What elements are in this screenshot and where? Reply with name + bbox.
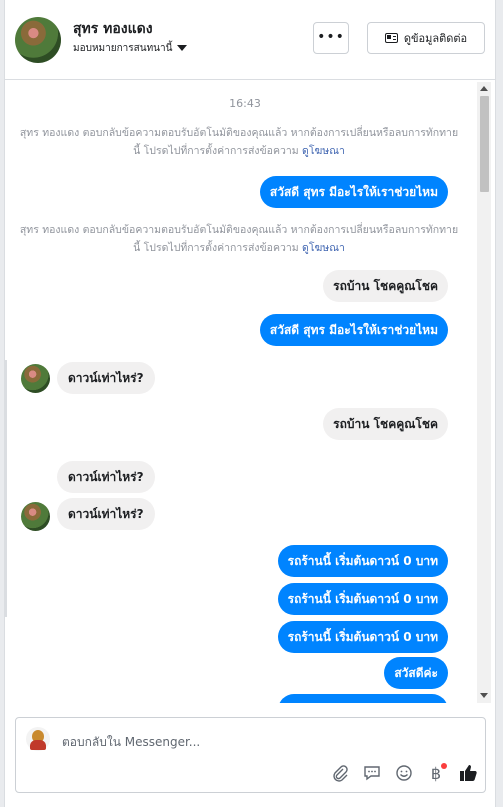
outgoing-message: สวัสดี สุทร มีอะไรให้เราช่วยไหม	[259, 176, 448, 208]
page-avatar	[26, 727, 50, 751]
auto-reply-notice-text: สุทร ทองแดง ตอบกลับข้อความตอบรับอัตโนมัต…	[19, 127, 459, 157]
outgoing-message: รถร้านนี้ เริ่มต้นดาวน์ 0 บาท	[277, 583, 448, 615]
message-thread[interactable]: 16:43 สุทร ทองแดง ตอบกลับข้อความตอบรับอั…	[5, 80, 495, 703]
chevron-down-icon	[177, 45, 188, 51]
reply-composer[interactable]: ตอบกลับใน Messenger... ฿	[15, 717, 486, 793]
contact-name[interactable]: สุทร ทองแดง	[73, 18, 153, 40]
contact-avatar[interactable]	[15, 17, 61, 63]
view-contact-info-button[interactable]: ดูข้อมูลติดต่อ	[367, 22, 485, 54]
more-options-button[interactable]: •••	[313, 22, 349, 54]
outgoing-message: รถร้านนี้ เริ่มต้นดาวน์ 0 บาท	[277, 545, 448, 577]
sender-avatar	[21, 364, 50, 393]
saved-replies-icon[interactable]	[361, 762, 383, 784]
view-ad-link[interactable]: ดูโฆษณา	[302, 145, 345, 157]
message-timestamp: 16:43	[229, 97, 261, 110]
left-divider	[5, 360, 7, 617]
incoming-message: ดาวน์เท่าไหร่?	[57, 362, 155, 394]
auto-reply-notice: สุทร ทองแดง ตอบกลับข้อความตอบรับอัตโนมัต…	[19, 221, 459, 257]
outgoing-message: สวัสดี สุทร มีอะไรให้เราช่วยไหม	[259, 314, 448, 346]
contact-card-icon	[384, 33, 398, 43]
outgoing-message: รถร้านนี้ เริ่มต้นดาวน์ 0 บาท	[277, 621, 448, 653]
auto-reply-notice-text: สุทร ทองแดง ตอบกลับข้อความตอบรับอัตโนมัต…	[19, 224, 459, 254]
reply-input[interactable]: ตอบกลับใน Messenger...	[62, 733, 200, 752]
view-ad-link[interactable]: ดูโฆษณา	[302, 242, 345, 254]
messenger-panel: สุทร ทองแดง มอบหมายการสนทนานี้ ••• ดูข้อ…	[4, 0, 496, 807]
outgoing-message-partial	[278, 694, 448, 703]
outgoing-message: สวัสดีค่ะ	[384, 657, 448, 689]
payment-baht-icon[interactable]: ฿	[425, 762, 447, 784]
assign-conversation-dropdown[interactable]: มอบหมายการสนทนานี้	[73, 41, 188, 56]
scroll-up-arrow-icon[interactable]	[480, 86, 488, 91]
incoming-message: ดาวน์เท่าไหร่?	[57, 461, 155, 493]
emoji-icon[interactable]	[393, 762, 415, 784]
assign-label: มอบหมายการสนทนานี้	[73, 43, 173, 54]
scrollbar-thumb[interactable]	[480, 96, 489, 192]
composer-toolbar: ฿	[324, 762, 477, 786]
view-contact-info-label: ดูข้อมูลติดต่อ	[403, 32, 468, 45]
sender-avatar	[21, 502, 50, 531]
like-thumb-icon[interactable]	[457, 762, 479, 784]
auto-reply-notice: สุทร ทองแดง ตอบกลับข้อความตอบรับอัตโนมัต…	[19, 124, 459, 160]
attachment-icon[interactable]	[329, 762, 351, 784]
outgoing-message-gray: รถบ้าน โชคคูณโชค	[323, 270, 448, 302]
outgoing-message-gray: รถบ้าน โชคคูณโชค	[323, 408, 448, 440]
conversation-header: สุทร ทองแดง มอบหมายการสนทนานี้ ••• ดูข้อ…	[5, 0, 495, 80]
scroll-down-arrow-icon[interactable]	[480, 693, 488, 698]
incoming-message: ดาวน์เท่าไหร่?	[57, 498, 155, 530]
notification-dot	[441, 763, 447, 769]
